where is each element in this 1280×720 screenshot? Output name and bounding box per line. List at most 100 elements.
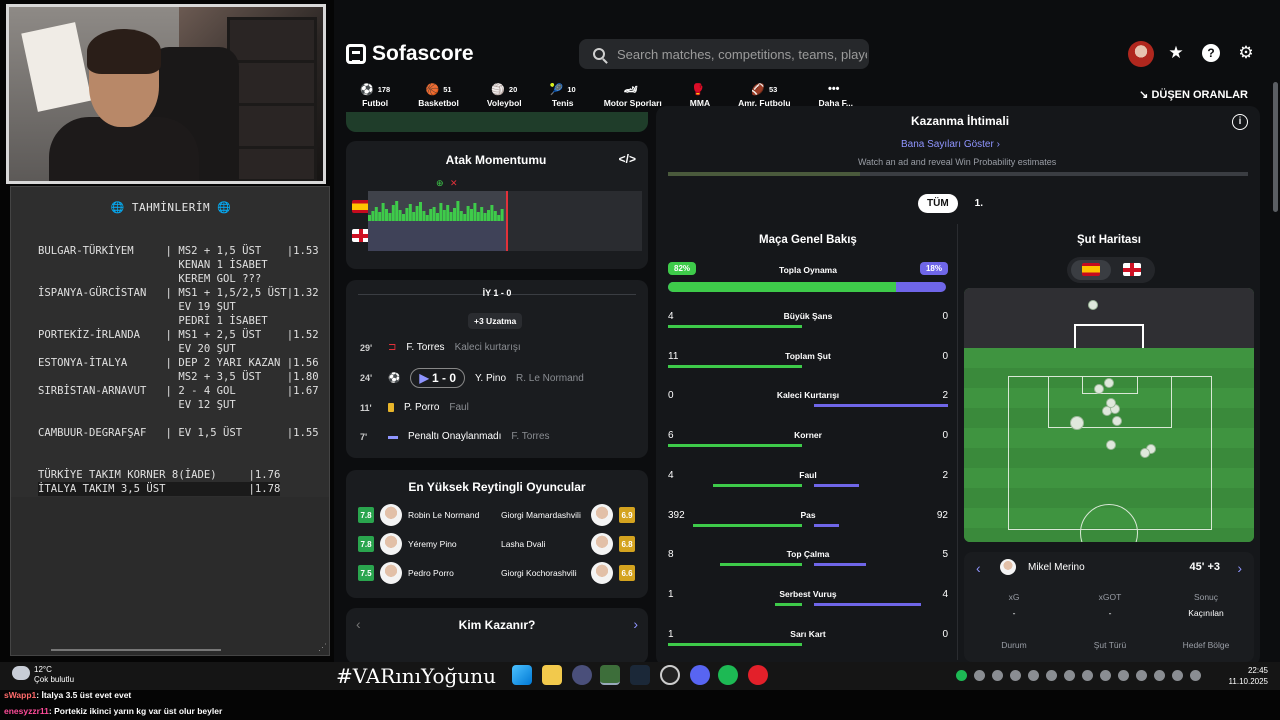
speaker-icon[interactable]	[1100, 670, 1111, 681]
chevron-right-icon[interactable]: ›	[1237, 560, 1242, 576]
stat-home-bar	[668, 325, 802, 328]
event-row[interactable]: 24' ⚽ ▶ 1 - 0 Y. Pino R. Le Normand	[360, 368, 584, 388]
stat-row-b-y-k-ans: 4 Büyük Şans 0	[668, 311, 948, 341]
notepad-taskbar-icon[interactable]	[600, 665, 620, 685]
event-row[interactable]: 11' P. Porro Faul	[360, 402, 469, 413]
event-row[interactable]: 29' ⊐ F. Torres Kaleci kurtarışı	[360, 342, 521, 353]
display-icon[interactable]	[1136, 670, 1147, 681]
notepad-line[interactable]: TÜRKİYE TAKIM KORNER 8(İADE) |1.76	[38, 468, 280, 482]
windows-start-icon[interactable]	[512, 665, 532, 685]
trend-down-icon: ↘	[1139, 89, 1152, 101]
shot-marker[interactable]	[1106, 398, 1116, 408]
steam-icon[interactable]	[630, 665, 650, 685]
tab-first-half[interactable]: 1.	[966, 194, 992, 213]
notepad-line[interactable]: EV 20 ŞUT	[38, 342, 235, 356]
embed-code-icon[interactable]: </>	[619, 152, 636, 166]
who-wins-title: Kim Kazanır?	[458, 618, 536, 632]
notepad-line[interactable]: CAMBUUR-DEGRAFŞAF | EV 1,5 ÜST |1.55	[38, 426, 319, 440]
mail-icon[interactable]	[1064, 670, 1075, 681]
spotify-icon[interactable]	[718, 665, 738, 685]
notepad-horizontal-scrollbar[interactable]	[51, 649, 221, 651]
sport-glyph-icon: 🎾	[549, 83, 564, 96]
notepad-line[interactable]: PORTEKİZ-İRLANDA | MS1 + 2,5 ÜST |1.52	[38, 328, 319, 342]
halftime-label: İY 1 - 0	[482, 288, 512, 298]
georgia-flag-icon[interactable]	[1123, 263, 1141, 276]
momentum-graph[interactable]	[368, 191, 642, 251]
shot-marker[interactable]	[1112, 416, 1122, 426]
notepad-line[interactable]: KENAN 1 İSABET	[38, 258, 267, 272]
top-player-home[interactable]: 7.8 Robin Le Normand	[358, 504, 498, 526]
sport-glyph-icon: 🏎	[623, 83, 638, 96]
notepad-line[interactable]: ESTONYA-İTALYA | DEP 2 YARI KAZAN |1.56	[38, 356, 319, 370]
resize-grip-icon[interactable]: ⋰	[318, 642, 327, 653]
microphone-icon[interactable]	[1154, 670, 1165, 681]
notepad-line[interactable]: SIRBİSTAN-ARNAVUT | 2 - 4 GOL |1.67	[38, 384, 319, 398]
search-input[interactable]	[617, 46, 867, 62]
shot-marker[interactable]	[1140, 448, 1150, 458]
shot-marker[interactable]	[1094, 384, 1104, 394]
notepad-line[interactable]: KEREM GOL ???	[38, 272, 261, 286]
discord-tray-icon[interactable]	[1010, 670, 1021, 681]
user-avatar[interactable]	[1128, 41, 1154, 67]
chevron-right-icon[interactable]: ›	[633, 616, 638, 632]
tab-basketbol[interactable]: 🏀 51 Basketbol	[404, 82, 473, 116]
notepad-line[interactable]: EV 19 ŞUT	[38, 300, 235, 314]
notepad-line[interactable]: MS2 + 3,5 ÜST |1.80	[38, 370, 318, 384]
sport-count: 20	[508, 84, 518, 94]
shot-marker[interactable]	[1106, 440, 1116, 450]
top-player-home[interactable]: 7.5 Pedro Porro	[358, 562, 498, 584]
nvidia-icon[interactable]	[1082, 670, 1093, 681]
shot-marker[interactable]	[1088, 300, 1098, 310]
spain-flag-icon[interactable]	[1082, 263, 1100, 276]
app-icon[interactable]	[572, 665, 592, 685]
notepad-empty-area[interactable]	[11, 497, 329, 655]
obs-icon[interactable]	[660, 665, 680, 685]
notepad-line[interactable]: BULGAR-TÜRKİYEM | MS2 + 1,5 ÜST |1.53	[38, 244, 319, 258]
shot-marker[interactable]	[1070, 416, 1084, 430]
controller-icon[interactable]	[1046, 670, 1057, 681]
event-row[interactable]: 7' ▬ Penaltı Onaylanmadı F. Torres	[360, 431, 550, 442]
spotify-tray-icon[interactable]	[956, 670, 967, 681]
page-scrollbar[interactable]	[1273, 82, 1278, 212]
discord-icon[interactable]	[690, 665, 710, 685]
clock[interactable]: 22:45 11.10.2025	[1229, 665, 1268, 687]
star-icon[interactable]: ★	[1167, 44, 1185, 62]
falling-odds-link[interactable]: ↘ DÜŞEN ORANLAR	[1139, 88, 1248, 101]
tab-tenis[interactable]: 🎾 10 Tenis	[536, 82, 590, 116]
search-bar[interactable]	[579, 39, 869, 69]
momentum-bar	[429, 209, 433, 221]
notepad-line[interactable]: İTALYA TAKIM 3,5 ÜST |1.78	[38, 482, 281, 496]
chevron-left-icon[interactable]: ‹	[976, 560, 981, 576]
gear-icon[interactable]: ⚙	[1237, 44, 1255, 62]
bluetooth-icon[interactable]	[992, 670, 1003, 681]
sport-icon: 🥊	[691, 82, 709, 96]
info-icon[interactable]: i	[1232, 114, 1248, 130]
top-player-away[interactable]: Giorgi Mamardashvili 6.9	[501, 504, 635, 526]
top-player-away[interactable]: Giorgi Kochorashvili 6.6	[501, 562, 635, 584]
network-icon[interactable]	[1118, 670, 1129, 681]
top-player-home[interactable]: 7.8 Yéremy Pino	[358, 533, 498, 555]
event-minute: 24'	[360, 373, 373, 383]
notepad-line[interactable]: İSPANYA-GÜRCİSTAN | MS1 + 1,5/2,5 ÜST|1.…	[38, 286, 319, 300]
notepad-line[interactable]: PEDRİ 1 İSABET	[38, 314, 267, 328]
momentum-bar	[408, 204, 412, 221]
show-numbers-link[interactable]: Bana Sayıları Göster ›	[901, 139, 1000, 150]
phone-icon[interactable]	[1028, 670, 1039, 681]
pen-icon[interactable]	[974, 670, 985, 681]
momentum-bar	[446, 205, 450, 221]
notepad-line[interactable]: EV 12 ŞUT	[38, 398, 235, 412]
tab-voleybol[interactable]: 🏐 20 Voleybol	[473, 82, 536, 116]
top-player-away[interactable]: Lasha Dvali 6.8	[501, 533, 635, 555]
shot-marker[interactable]	[1104, 378, 1114, 388]
tab-futbol[interactable]: ⚽ 178 Futbol	[346, 82, 405, 116]
help-icon[interactable]: ?	[1202, 44, 1220, 62]
volume-icon[interactable]	[1190, 670, 1201, 681]
momentum-title: Atak Momentumu	[445, 153, 547, 167]
notepad-window[interactable]: 🌐 TAHMİNLERİM 🌐 BULGAR-TÜRKİYEM | MS2 + …	[10, 186, 330, 656]
goal-score-pill[interactable]: ▶ 1 - 0	[410, 368, 466, 388]
file-explorer-icon[interactable]	[542, 665, 562, 685]
wifi-icon[interactable]	[1172, 670, 1183, 681]
sofascore-logo[interactable]: Sofascore	[346, 42, 474, 66]
opera-icon[interactable]	[748, 665, 768, 685]
tab-all[interactable]: TÜM	[918, 194, 958, 213]
